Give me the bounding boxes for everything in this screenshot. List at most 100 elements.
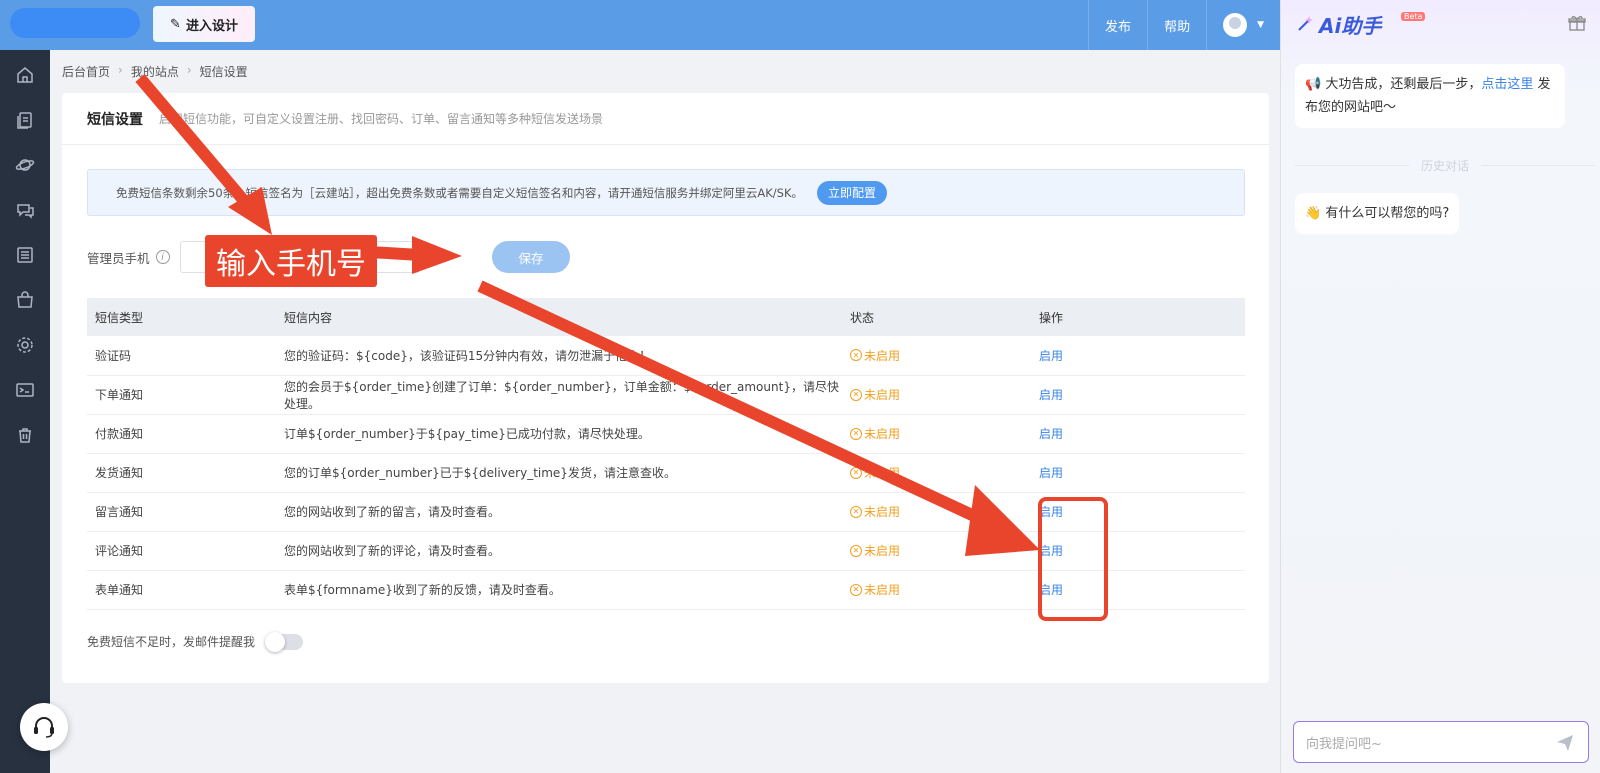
- breadcrumb-current: 短信设置: [199, 65, 248, 79]
- status-badge: ✕ 未启用: [850, 347, 900, 364]
- admin-phone-label: 管理员手机: [87, 250, 150, 266]
- action-cell: 启用: [1031, 336, 1245, 376]
- status-badge: ✕ 未启用: [850, 581, 900, 598]
- status-badge: ✕ 未启用: [850, 386, 900, 403]
- avatar: [1223, 13, 1248, 37]
- email-reminder-row: 免费短信不足时，发邮件提醒我: [87, 631, 304, 652]
- ai-input-placeholder: 向我提问吧~: [1306, 736, 1382, 752]
- status-cell: ✕ 未启用: [842, 414, 1031, 454]
- sms-content-cell: 您的会员于${order_time}创建了订单：${order_number}，…: [276, 375, 842, 415]
- save-button[interactable]: 保存: [492, 241, 570, 273]
- trash-icon[interactable]: [15, 425, 35, 445]
- status-text: 未启用: [864, 388, 901, 402]
- table-row: 下单通知 您的会员于${order_time}创建了订单：${order_numb…: [87, 375, 1245, 415]
- column-header-content: 短信内容: [276, 298, 842, 336]
- ai-message-text: 大功告成，还剩最后一步，: [1325, 77, 1482, 92]
- megaphone-icon: 📢: [1305, 77, 1322, 92]
- publish-button[interactable]: 发布: [1088, 0, 1147, 50]
- sms-type-cell: 下单通知: [87, 375, 276, 415]
- status-text: 未启用: [864, 505, 901, 519]
- action-cell: 启用: [1031, 414, 1245, 454]
- email-reminder-toggle[interactable]: [265, 631, 304, 652]
- sms-content-cell: 您的订单${order_number}已于${delivery_time}发货，…: [276, 453, 842, 493]
- ai-title: Ai助手: [1319, 14, 1382, 38]
- beta-badge: Beta: [1401, 12, 1426, 21]
- click-here-link[interactable]: 点击这里: [1481, 77, 1533, 92]
- enable-link[interactable]: 启用: [1039, 427, 1063, 441]
- enable-link[interactable]: 启用: [1039, 466, 1063, 480]
- status-text: 未启用: [864, 583, 901, 597]
- status-badge: ✕ 未启用: [850, 503, 900, 520]
- status-cell: ✕ 未启用: [842, 453, 1031, 493]
- top-bar: ✎ 进入设计 发布 帮助 ▼: [0, 0, 1280, 50]
- terminal-icon[interactable]: [15, 380, 35, 400]
- enable-link[interactable]: 启用: [1039, 349, 1063, 363]
- column-header-action: 操作: [1031, 298, 1245, 336]
- info-icon[interactable]: i: [155, 250, 170, 264]
- planet-icon[interactable]: [15, 155, 35, 175]
- sms-content-cell: 订单${order_number}于${pay_time}已成功付款，请尽快处理…: [276, 414, 842, 454]
- home-icon[interactable]: [15, 65, 35, 85]
- ai-question-input[interactable]: 向我提问吧~: [1293, 721, 1589, 763]
- enable-link[interactable]: 启用: [1039, 388, 1063, 402]
- status-text: 未启用: [864, 544, 901, 558]
- ai-message-help: 👋 有什么可以帮您的吗?: [1295, 193, 1460, 234]
- sms-type-cell: 评论通知: [87, 531, 276, 571]
- close-circle-icon: ✕: [850, 544, 862, 557]
- pages-icon[interactable]: [15, 110, 35, 130]
- headset-icon: [34, 717, 54, 738]
- sms-content-cell: 您的验证码：${code}，该验证码15分钟内有效，请勿泄漏于他人！: [276, 336, 842, 376]
- caret-down-icon: ▼: [1257, 20, 1264, 30]
- sms-content-cell: 您的网站收到了新的留言，请及时查看。: [276, 492, 842, 532]
- page-description: 启用短信功能，可自定义设置注册、找回密码、订单、留言通知等多种短信发送场景: [159, 112, 604, 126]
- sms-type-cell: 付款通知: [87, 414, 276, 454]
- sms-type-cell: 发货通知: [87, 453, 276, 493]
- status-badge: ✕ 未启用: [850, 425, 900, 442]
- history-label: 历史对话: [1421, 159, 1470, 173]
- status-text: 未启用: [864, 466, 901, 480]
- close-circle-icon: ✕: [850, 583, 862, 596]
- sms-type-cell: 留言通知: [87, 492, 276, 532]
- breadcrumb-home[interactable]: 后台首页: [62, 63, 110, 80]
- sms-type-cell: 表单通知: [87, 570, 276, 610]
- configure-now-button[interactable]: 立即配置: [817, 180, 888, 205]
- send-icon[interactable]: [1556, 734, 1574, 752]
- gear-icon[interactable]: [15, 335, 35, 355]
- breadcrumb: 后台首页 › 我的站点 › 短信设置: [62, 63, 248, 80]
- ai-assistant-panel: Ai助手 Beta 📢 大功告成，还剩最后一步，点击这里 发布您的网站吧～ 历史…: [1280, 0, 1600, 773]
- magic-wand-icon: [1298, 16, 1313, 31]
- ai-help-text: 有什么可以帮您的吗?: [1325, 206, 1450, 221]
- history-divider: 历史对话: [1295, 157, 1596, 174]
- annotation-label: 输入手机号: [205, 235, 377, 287]
- close-circle-icon: ✕: [850, 466, 862, 479]
- enter-design-label: 进入设计: [185, 18, 238, 34]
- sms-type-cell: 验证码: [87, 336, 276, 376]
- status-cell: ✕ 未启用: [842, 492, 1031, 532]
- chevron-right-icon: ›: [118, 63, 123, 77]
- close-circle-icon: ✕: [850, 388, 862, 401]
- status-badge: ✕ 未启用: [850, 464, 900, 481]
- wave-hand-icon: 👋: [1305, 206, 1322, 221]
- gift-icon[interactable]: [1568, 14, 1586, 32]
- user-menu[interactable]: ▼: [1206, 0, 1280, 50]
- customer-service-button[interactable]: [20, 703, 68, 751]
- sms-content-cell: 表单${formname}收到了新的反馈，请及时查看。: [276, 570, 842, 610]
- email-reminder-label: 免费短信不足时，发邮件提醒我: [87, 635, 256, 649]
- table-row: 发货通知 您的订单${order_number}已于${delivery_time…: [87, 453, 1245, 493]
- close-circle-icon: ✕: [850, 349, 862, 362]
- list-icon[interactable]: [15, 245, 35, 265]
- annotation-highlight-box: [1038, 497, 1108, 621]
- column-header-status: 状态: [842, 298, 1031, 336]
- site-logo[interactable]: [10, 8, 140, 38]
- close-circle-icon: ✕: [850, 505, 862, 518]
- status-badge: ✕ 未启用: [850, 542, 900, 559]
- chat-icon[interactable]: [15, 200, 35, 220]
- breadcrumb-my-site[interactable]: 我的站点: [131, 63, 179, 80]
- enter-design-button[interactable]: ✎ 进入设计: [153, 6, 255, 42]
- close-circle-icon: ✕: [850, 427, 862, 440]
- status-cell: ✕ 未启用: [842, 531, 1031, 571]
- action-cell: 启用: [1031, 453, 1245, 493]
- sidebar: [0, 50, 50, 773]
- help-button[interactable]: 帮助: [1147, 0, 1206, 50]
- shop-bag-icon[interactable]: [15, 290, 35, 310]
